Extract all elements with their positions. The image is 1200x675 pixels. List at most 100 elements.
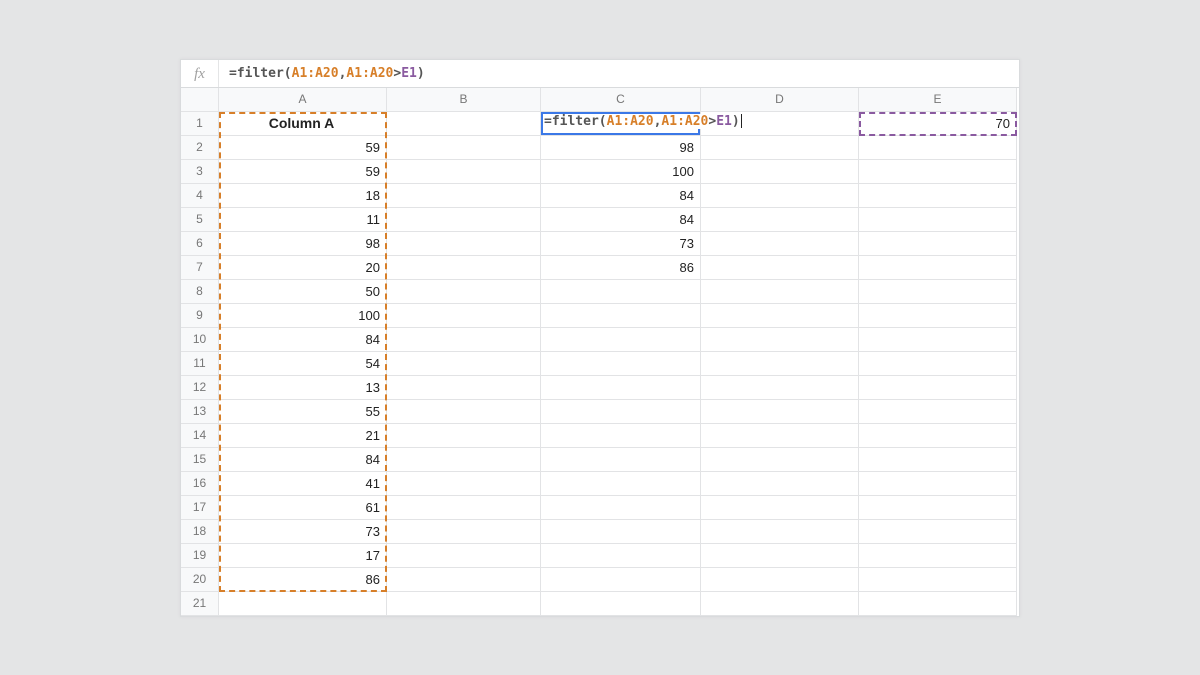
cell-B17[interactable]: [387, 496, 541, 520]
cell-E1[interactable]: 70: [859, 112, 1017, 136]
col-header-b[interactable]: B: [387, 88, 541, 112]
cell-D8[interactable]: [701, 280, 859, 304]
cell-E19[interactable]: [859, 544, 1017, 568]
cell-A3[interactable]: 59: [219, 160, 387, 184]
cell-E14[interactable]: [859, 424, 1017, 448]
row-header[interactable]: 4: [181, 184, 219, 208]
row-header[interactable]: 15: [181, 448, 219, 472]
cell-D3[interactable]: [701, 160, 859, 184]
col-header-d[interactable]: D: [701, 88, 859, 112]
cell-A18[interactable]: 73: [219, 520, 387, 544]
row-header[interactable]: 14: [181, 424, 219, 448]
row-header[interactable]: 7: [181, 256, 219, 280]
cell-D5[interactable]: [701, 208, 859, 232]
row-header[interactable]: 20: [181, 568, 219, 592]
cell-C20[interactable]: [541, 568, 701, 592]
cell-E17[interactable]: [859, 496, 1017, 520]
cell-D6[interactable]: [701, 232, 859, 256]
cell-B5[interactable]: [387, 208, 541, 232]
row-header[interactable]: 6: [181, 232, 219, 256]
cell-D4[interactable]: [701, 184, 859, 208]
cell-A8[interactable]: 50: [219, 280, 387, 304]
row-header[interactable]: 19: [181, 544, 219, 568]
cell-C2[interactable]: 98: [541, 136, 701, 160]
cell-C18[interactable]: [541, 520, 701, 544]
cell-B4[interactable]: [387, 184, 541, 208]
cell-B7[interactable]: [387, 256, 541, 280]
cell-D15[interactable]: [701, 448, 859, 472]
cell-A14[interactable]: 21: [219, 424, 387, 448]
cell-E6[interactable]: [859, 232, 1017, 256]
cell-B2[interactable]: [387, 136, 541, 160]
cell-C4[interactable]: 84: [541, 184, 701, 208]
row-header[interactable]: 3: [181, 160, 219, 184]
cell-C8[interactable]: [541, 280, 701, 304]
cell-A15[interactable]: 84: [219, 448, 387, 472]
row-header[interactable]: 1: [181, 112, 219, 136]
cell-E11[interactable]: [859, 352, 1017, 376]
cell-C16[interactable]: [541, 472, 701, 496]
row-header[interactable]: 8: [181, 280, 219, 304]
col-header-e[interactable]: E: [859, 88, 1017, 112]
cell-D20[interactable]: [701, 568, 859, 592]
cell-A21[interactable]: [219, 592, 387, 616]
cell-B15[interactable]: [387, 448, 541, 472]
cell-B3[interactable]: [387, 160, 541, 184]
row-header[interactable]: 2: [181, 136, 219, 160]
cell-E9[interactable]: [859, 304, 1017, 328]
cell-C3[interactable]: 100: [541, 160, 701, 184]
cell-C19[interactable]: [541, 544, 701, 568]
cell-D7[interactable]: [701, 256, 859, 280]
cell-E5[interactable]: [859, 208, 1017, 232]
cell-C21[interactable]: [541, 592, 701, 616]
cell-D21[interactable]: [701, 592, 859, 616]
cell-A12[interactable]: 13: [219, 376, 387, 400]
cell-D14[interactable]: [701, 424, 859, 448]
cell-E18[interactable]: [859, 520, 1017, 544]
formula-bar[interactable]: fx =filter(A1:A20,A1:A20>E1): [181, 60, 1019, 88]
select-all-corner[interactable]: [181, 88, 219, 112]
cell-D9[interactable]: [701, 304, 859, 328]
cell-E13[interactable]: [859, 400, 1017, 424]
row-header[interactable]: 9: [181, 304, 219, 328]
cell-C17[interactable]: [541, 496, 701, 520]
cell-A6[interactable]: 98: [219, 232, 387, 256]
cell-E12[interactable]: [859, 376, 1017, 400]
cell-E8[interactable]: [859, 280, 1017, 304]
cell-D10[interactable]: [701, 328, 859, 352]
cell-C13[interactable]: [541, 400, 701, 424]
cell-A7[interactable]: 20: [219, 256, 387, 280]
cell-B9[interactable]: [387, 304, 541, 328]
cell-A9[interactable]: 100: [219, 304, 387, 328]
cell-C10[interactable]: [541, 328, 701, 352]
cell-E21[interactable]: [859, 592, 1017, 616]
cell-B19[interactable]: [387, 544, 541, 568]
cell-E20[interactable]: [859, 568, 1017, 592]
cell-A13[interactable]: 55: [219, 400, 387, 424]
cell-A11[interactable]: 54: [219, 352, 387, 376]
cell-A1[interactable]: Column A: [219, 112, 387, 136]
row-header[interactable]: 21: [181, 592, 219, 616]
cell-D2[interactable]: [701, 136, 859, 160]
cell-A4[interactable]: 18: [219, 184, 387, 208]
row-header[interactable]: 12: [181, 376, 219, 400]
cell-A2[interactable]: 59: [219, 136, 387, 160]
cell-C12[interactable]: [541, 376, 701, 400]
cell-E4[interactable]: [859, 184, 1017, 208]
cell-A10[interactable]: 84: [219, 328, 387, 352]
cell-D12[interactable]: [701, 376, 859, 400]
cell-C11[interactable]: [541, 352, 701, 376]
cell-B16[interactable]: [387, 472, 541, 496]
cell-A20[interactable]: 86: [219, 568, 387, 592]
cell-C6[interactable]: 73: [541, 232, 701, 256]
cell-A16[interactable]: 41: [219, 472, 387, 496]
cell-D17[interactable]: [701, 496, 859, 520]
grid[interactable]: A B C D E 1Column A=filter(A1:A20,A1:A20…: [181, 88, 1019, 616]
cell-D11[interactable]: [701, 352, 859, 376]
col-header-c[interactable]: C: [541, 88, 701, 112]
cell-E2[interactable]: [859, 136, 1017, 160]
cell-B8[interactable]: [387, 280, 541, 304]
cell-C14[interactable]: [541, 424, 701, 448]
cell-D13[interactable]: [701, 400, 859, 424]
cell-D19[interactable]: [701, 544, 859, 568]
